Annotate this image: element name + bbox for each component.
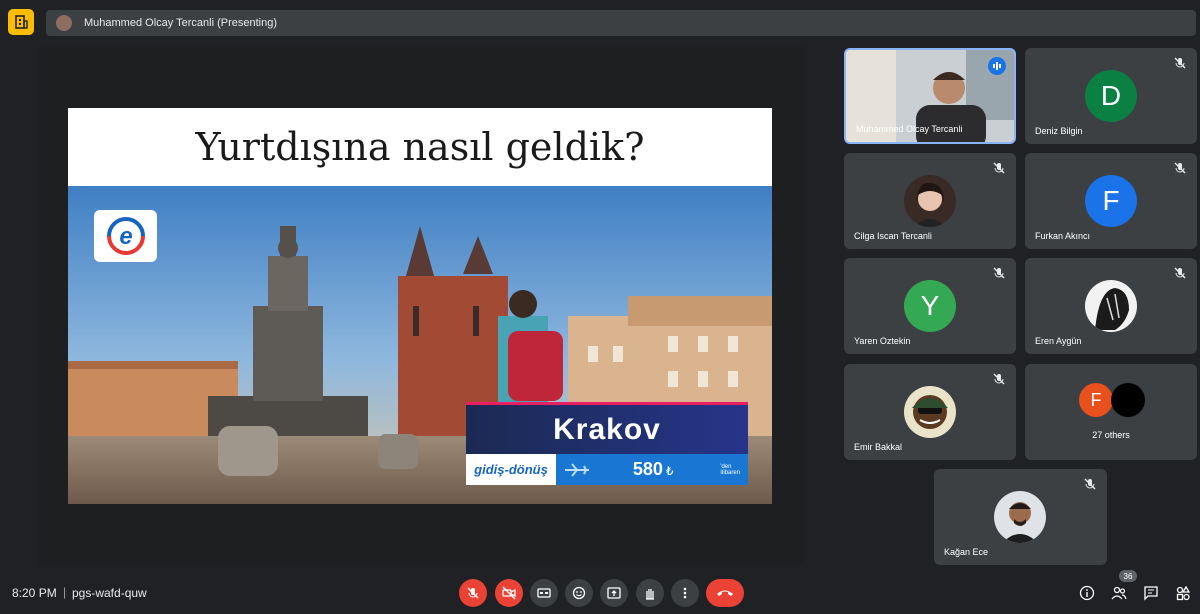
participant-tile-deniz[interactable]: D Deniz Bilgin <box>1025 48 1197 144</box>
others-label: 27 others <box>1092 430 1130 440</box>
avatar: Y <box>904 280 956 332</box>
participant-tile-yaren[interactable]: Y Yaren Oztekin <box>844 258 1016 354</box>
shared-slide: Yurtdışına nasıl geldik? e Krakov gidiş-… <box>68 108 772 504</box>
participant-tile-cilga[interactable]: Cilga Iscan Tercanli <box>844 153 1016 249</box>
others-avatar <box>1111 383 1145 417</box>
promo-trip-type: gidiş-dönüş <box>466 454 556 485</box>
participant-name: Deniz Bilgin <box>1035 126 1083 136</box>
building-icon <box>15 15 28 29</box>
participant-tile-eren[interactable]: Eren Aygün <box>1025 258 1197 354</box>
mic-off-icon <box>993 373 1005 385</box>
avatar <box>1085 280 1137 332</box>
participant-name: Cilga Iscan Tercanli <box>854 231 932 241</box>
promo-note: 'den itibaren <box>720 463 740 476</box>
camera-off-icon <box>502 586 516 600</box>
more-vert-icon <box>683 587 687 599</box>
camera-toggle-button[interactable] <box>495 579 523 607</box>
captions-button[interactable] <box>530 579 558 607</box>
present-icon <box>607 587 621 599</box>
others-avatar: F <box>1079 383 1113 417</box>
presenter-label: Muhammed Olcay Tercanli (Presenting) <box>84 17 277 29</box>
mic-off-icon <box>1174 57 1186 69</box>
info-icon <box>1079 585 1095 601</box>
participant-name: Eren Aygün <box>1035 336 1082 346</box>
people-icon <box>1111 586 1127 600</box>
participant-name: Emir Bakkal <box>854 442 903 452</box>
participant-name: Kağan Ece <box>944 547 989 557</box>
brand-logo: e <box>94 210 157 262</box>
mic-toggle-button[interactable] <box>459 579 487 607</box>
leave-call-button[interactable] <box>706 579 744 607</box>
current-time: 8:20 PM <box>12 586 57 600</box>
mic-off-icon <box>1084 478 1096 490</box>
slide-title: Yurtdışına nasıl geldik? <box>195 125 645 169</box>
chat-icon <box>1144 586 1158 601</box>
promo-amount: 580 <box>632 459 663 479</box>
meeting-info-button[interactable] <box>1077 583 1097 603</box>
avatar <box>904 386 956 438</box>
people-button[interactable] <box>1109 583 1129 603</box>
avatar: D <box>1085 70 1137 122</box>
participant-tile-kagan[interactable]: Kağan Ece <box>934 469 1107 565</box>
promo-price: 580 ₺ 'den itibaren <box>556 454 748 485</box>
raise-hand-button[interactable] <box>636 579 664 607</box>
airplane-icon <box>565 462 589 477</box>
speaking-indicator <box>988 57 1006 75</box>
participant-tile-others[interactable]: F 27 others <box>1025 364 1197 460</box>
meeting-code: pgs-wafd-quw <box>72 586 147 600</box>
captions-icon <box>537 588 551 598</box>
avatar <box>994 491 1046 543</box>
mic-off-icon <box>467 587 479 599</box>
participant-tile-furkan[interactable]: F Furkan Akıncı <box>1025 153 1197 249</box>
promo-banner: Krakov gidiş-dönüş 580 ₺ 'den itibaren <box>466 402 748 488</box>
avatar <box>904 175 956 227</box>
mic-off-icon <box>1174 162 1186 174</box>
participant-tile-emir[interactable]: Emir Bakkal <box>844 364 1016 460</box>
activities-button[interactable] <box>1173 583 1193 603</box>
participant-tile-presenter[interactable]: Muhammed Olcay Tercanli <box>844 48 1016 144</box>
hang-up-icon <box>717 590 733 596</box>
hand-icon <box>646 589 654 600</box>
people-count-badge: 36 <box>1119 570 1137 582</box>
promo-currency: ₺ <box>665 464 674 478</box>
reactions-button[interactable] <box>565 579 593 607</box>
top-bar: Muhammed Olcay Tercanli (Presenting) <box>0 0 1200 44</box>
krakow-photo: e Krakov gidiş-dönüş 580 ₺ 'den itibaren <box>68 186 772 504</box>
mic-off-icon <box>1174 267 1186 279</box>
participant-name: Muhammed Olcay Tercanli <box>856 124 963 134</box>
audio-bars-icon <box>993 62 1001 70</box>
present-screen-button[interactable] <box>600 579 628 607</box>
brand-logo-letter: e <box>119 223 132 250</box>
presenting-banner[interactable]: Muhammed Olcay Tercanli (Presenting) <box>46 10 1196 36</box>
activities-icon <box>1176 585 1191 601</box>
separator: | <box>63 585 67 599</box>
avatar: F <box>1085 175 1137 227</box>
emoji-icon <box>572 586 586 600</box>
chat-button[interactable] <box>1141 583 1161 603</box>
participant-name: Furkan Akıncı <box>1035 231 1091 241</box>
presenter-avatar <box>56 15 72 31</box>
promo-city: Krakov <box>553 412 661 446</box>
mic-off-icon <box>993 162 1005 174</box>
mic-off-icon <box>993 267 1005 279</box>
meeting-details-button[interactable] <box>8 9 34 35</box>
bottom-bar: 8:20 PM | pgs-wafd-quw <box>0 574 1200 614</box>
participant-name: Yaren Oztekin <box>854 336 911 346</box>
more-options-button[interactable] <box>671 579 699 607</box>
